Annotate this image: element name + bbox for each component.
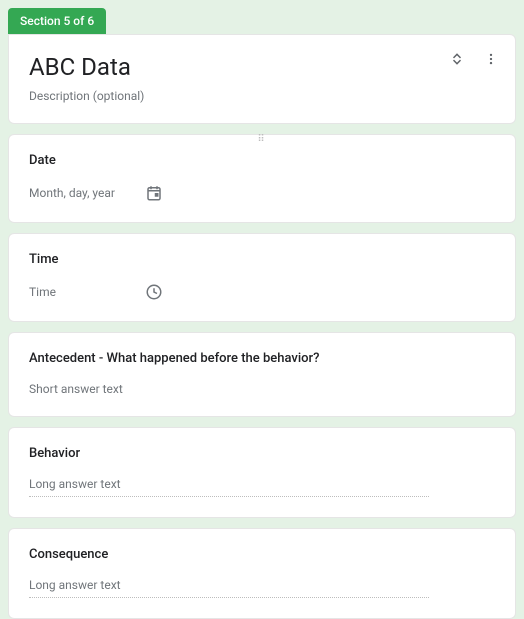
question-card-date[interactable]: ⠿ Date Month, day, year <box>8 134 516 223</box>
question-title: Consequence <box>29 547 495 562</box>
question-card-behavior[interactable]: Behavior Long answer text <box>8 427 516 518</box>
date-placeholder: Month, day, year <box>29 186 129 200</box>
question-card-consequence[interactable]: Consequence Long answer text <box>8 528 516 619</box>
dotted-underline <box>29 597 429 598</box>
time-placeholder: Time <box>29 285 129 299</box>
question-title: Time <box>29 252 495 267</box>
section-title[interactable]: ABC Data <box>29 53 495 81</box>
question-card-antecedent[interactable]: Antecedent - What happened before the be… <box>8 332 516 417</box>
question-title: Antecedent - What happened before the be… <box>29 351 495 366</box>
collapse-icon[interactable] <box>447 49 467 69</box>
section-header-card[interactable]: ABC Data Description (optional) <box>8 34 516 124</box>
more-vert-icon[interactable] <box>481 49 501 69</box>
clock-icon <box>145 283 163 301</box>
short-answer-hint: Short answer text <box>29 382 495 396</box>
drag-handle-icon[interactable]: ⠿ <box>257 138 266 142</box>
long-answer-hint: Long answer text <box>29 578 121 592</box>
question-card-time[interactable]: Time Time <box>8 233 516 322</box>
calendar-icon <box>145 184 163 202</box>
section-badge: Section 5 of 6 <box>8 8 106 34</box>
question-title: Behavior <box>29 446 495 461</box>
section-description[interactable]: Description (optional) <box>29 89 495 103</box>
question-title: Date <box>29 153 495 168</box>
dotted-underline <box>29 496 429 497</box>
long-answer-hint: Long answer text <box>29 477 121 491</box>
